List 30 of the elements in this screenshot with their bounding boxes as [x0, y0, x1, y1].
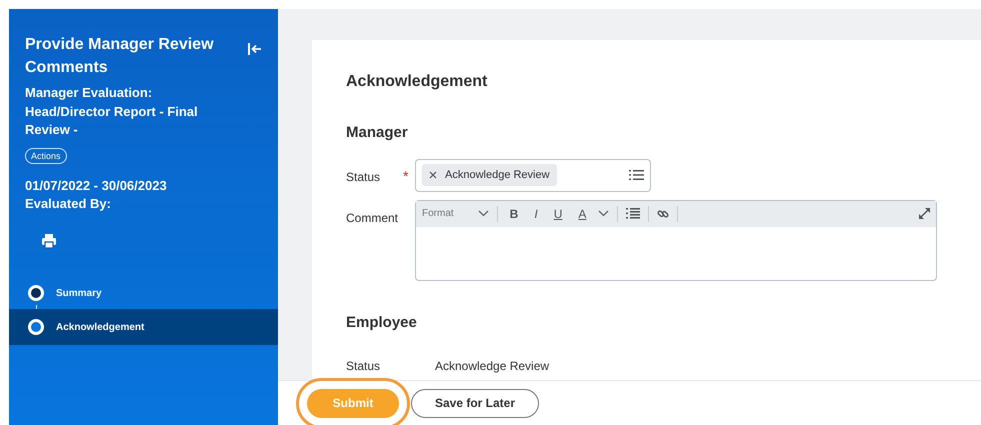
link-icon[interactable] [657, 208, 670, 220]
page-title: Provide Manager Review Comments [25, 35, 215, 78]
step-item[interactable]: Acknowledgement [9, 309, 278, 345]
bold-button[interactable]: B [506, 206, 522, 222]
chevron-icon[interactable] [478, 210, 489, 218]
expand-icon[interactable] [919, 208, 930, 220]
format-dropdown[interactable]: Format [422, 206, 489, 222]
list-icon[interactable] [629, 169, 644, 182]
bulleted-list-icon[interactable] [626, 208, 640, 220]
caret-icon[interactable] [598, 210, 610, 218]
review-subtitle: Manager Evaluation: Head/Director Report - Final Review - [25, 84, 199, 139]
evaluated-by-label: Evaluated By: [25, 194, 112, 213]
save-for-later-button[interactable]: Save for Later [411, 388, 539, 418]
field-value: Acknowledge Review [434, 358, 550, 376]
actions-button[interactable]: Actions [25, 148, 67, 164]
text-color-button[interactable]: A [574, 206, 590, 222]
field-label: Status [346, 168, 382, 186]
italic-button[interactable]: I [530, 206, 542, 222]
subsection-title: Manager [346, 123, 409, 144]
remove-icon[interactable] [429, 171, 437, 180]
subsection-title: Employee [346, 312, 418, 333]
underline-button[interactable]: U [550, 206, 566, 222]
status-select[interactable]: Acknowledge Review [415, 158, 651, 192]
field-label: Status [346, 358, 382, 376]
required-mark: * [403, 166, 410, 186]
tag-text: Acknowledge Review [445, 168, 550, 183]
comment-editor[interactable]: Format B I U A [415, 200, 937, 281]
review-period: 01/07/2022 - 30/06/2023 [25, 176, 168, 194]
section-heading: Acknowledgement [346, 72, 488, 92]
field-label: Comment [346, 210, 400, 227]
